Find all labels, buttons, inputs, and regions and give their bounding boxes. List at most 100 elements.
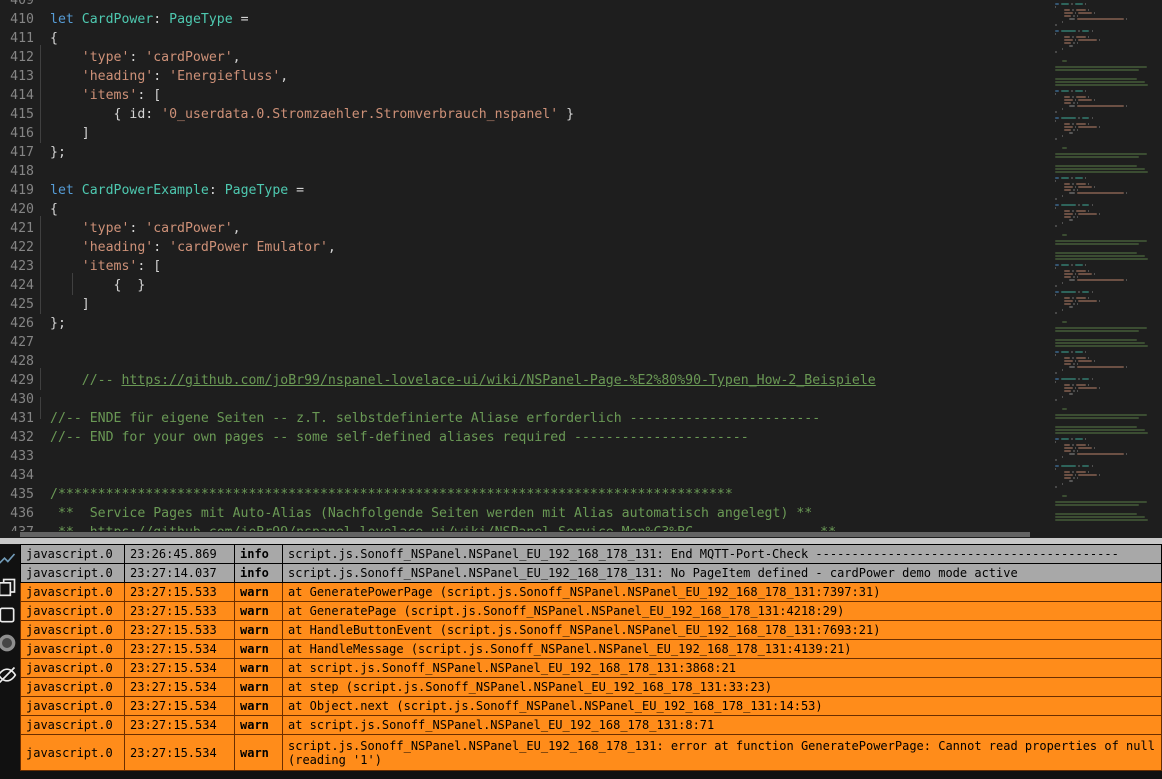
minimap-line — [1055, 111, 1057, 113]
minimap-line — [1071, 9, 1074, 11]
code-text[interactable]: { } — [40, 273, 145, 295]
code-editor[interactable]: 409 410 let CardPower: PageType = 411 {412 '… — [0, 0, 1162, 538]
code-text[interactable]: { id: '0_userdata.0.Stromzaehler.Stromve… — [40, 102, 574, 124]
code-text[interactable]: 'type': 'cardPower', — [40, 45, 241, 67]
code-text[interactable]: 'type': 'cardPower', — [40, 216, 241, 238]
code-text[interactable]: let CardPower: PageType = — [40, 10, 249, 29]
code-text[interactable]: //-- ENDE für eigene Seiten -- z.T. selb… — [40, 409, 820, 428]
code-token: //-- — [50, 373, 122, 388]
minimap-line — [1075, 177, 1083, 179]
log-row[interactable]: javascript.0 23:27:14.037 info script.js.So… — [20, 563, 1162, 583]
minimap-line — [1074, 387, 1077, 389]
vertical-scrollbar[interactable] — [1157, 0, 1162, 538]
code-line[interactable]: 416 ] — [0, 121, 1047, 143]
minimap[interactable] — [1047, 0, 1162, 538]
code-token: = — [288, 183, 305, 198]
code-text[interactable]: { — [40, 200, 58, 219]
code-text[interactable]: ** Service Pages mit Auto-Alias (Nachfol… — [40, 504, 812, 523]
log-row[interactable]: javascript.0 23:26:45.869 info script.js.So… — [20, 544, 1162, 564]
code-line[interactable]: 423 'items': [ — [0, 254, 1047, 276]
code-line[interactable]: 427 — [0, 333, 1047, 352]
log-row[interactable]: javascript.0 23:27:15.534 warn at Object.ne… — [20, 696, 1162, 716]
code-line[interactable]: 422 'heading': 'cardPower Emulator', — [0, 235, 1047, 257]
log-row[interactable]: javascript.0 23:27:15.534 warn script.js.So… — [20, 734, 1162, 771]
minimap-line — [1060, 378, 1076, 380]
code-line[interactable]: 413 'heading': 'Energiefluss', — [0, 64, 1047, 86]
code-token: 'items' — [81, 259, 138, 274]
code-line[interactable]: 426}; — [0, 314, 1047, 333]
code-text[interactable]: /***************************************… — [40, 485, 733, 504]
code-text[interactable]: 'heading': 'Energiefluss', — [40, 64, 288, 86]
minimap-line — [1069, 219, 1073, 221]
code-line[interactable]: 424 { } — [0, 273, 1047, 295]
horizontal-scrollbar[interactable] — [0, 531, 1162, 538]
log-row[interactable]: javascript.0 23:27:15.534 warn at HandleMes… — [20, 639, 1162, 659]
minimap-line — [1055, 516, 1146, 518]
copy-icon[interactable] — [0, 574, 20, 600]
minimap-line — [1055, 204, 1059, 206]
code-line[interactable]: 417}; — [0, 143, 1047, 162]
minimap-line — [1055, 501, 1148, 503]
code-line[interactable]: 411 { — [0, 29, 1047, 48]
code-text[interactable]: //-- https://github.com/joBr99/nspanel-l… — [40, 368, 876, 390]
horizontal-scrollbar-thumb[interactable] — [20, 532, 1030, 537]
log-row[interactable]: javascript.0 23:27:15.534 warn at step (scr… — [20, 677, 1162, 697]
code-line[interactable]: 432 //-- END for your own pages -- some s… — [0, 428, 1047, 447]
code-line[interactable]: 412 'type': 'cardPower', — [0, 45, 1047, 67]
minimap-line — [1088, 36, 1089, 38]
code-text[interactable]: let CardPowerExample: PageType = — [40, 181, 304, 200]
code-line[interactable]: 410 let CardPower: PageType = — [0, 10, 1047, 29]
code-text[interactable]: }; — [40, 314, 66, 333]
code-line[interactable]: 425 ] — [0, 292, 1047, 314]
code-line[interactable]: 436 ** Service Pages mit Auto-Alias (Nac… — [0, 504, 1047, 523]
code-token: 'cardPower' — [145, 50, 233, 65]
log-row[interactable]: javascript.0 23:27:15.534 warn at script.js… — [20, 715, 1162, 735]
eye-off-icon[interactable] — [0, 662, 20, 688]
code-line[interactable]: 421 'type': 'cardPower', — [0, 216, 1047, 238]
circle-icon[interactable] — [0, 630, 20, 656]
code-line[interactable]: 429 //-- https://github.com/joBr99/nspan… — [0, 368, 1047, 390]
code-text[interactable]: }; — [40, 143, 66, 162]
code-text[interactable]: //-- END for your own pages -- some self… — [40, 428, 749, 447]
code-line[interactable]: 433 — [0, 447, 1047, 466]
code-token: = — [232, 12, 249, 27]
code-text[interactable]: { — [40, 29, 58, 48]
code-text[interactable]: 'heading': 'cardPower Emulator', — [40, 235, 336, 257]
minimap-line — [1062, 396, 1063, 398]
code-line[interactable]: 420 { — [0, 200, 1047, 219]
minimap-line — [1093, 447, 1095, 449]
code-line[interactable]: 434 — [0, 466, 1047, 485]
log-row[interactable]: javascript.0 23:27:15.534 warn at script.js… — [20, 658, 1162, 678]
code-line[interactable]: 428 — [0, 352, 1047, 371]
code-line[interactable]: 431 //-- ENDE für eigene Seiten -- z.T. s… — [0, 409, 1047, 428]
minimap-line — [1064, 15, 1071, 17]
code-token: '0_userdata.0.Stromzaehler.Stromverbrauc… — [161, 107, 559, 122]
minimap-line — [1078, 204, 1080, 206]
line-number: 409 — [10, 0, 34, 8]
left-icon-rail[interactable] — [0, 544, 20, 779]
chart-icon[interactable] — [0, 546, 20, 572]
code-line[interactable]: 415 { id: '0_userdata.0.Stromzaehler.Str… — [0, 102, 1047, 124]
code-link[interactable]: https://github.com/joBr99/nspanel-lovela… — [121, 373, 875, 388]
code-line[interactable]: 409 — [0, 0, 1047, 10]
code-token: 'Energiefluss' — [169, 69, 281, 84]
code-lines[interactable]: 409 410 let CardPower: PageType = 411 {412 '… — [0, 0, 1047, 538]
code-line[interactable]: 435 /************************************… — [0, 485, 1047, 504]
code-line[interactable]: 414 'items': [ — [0, 83, 1047, 105]
code-line[interactable]: 430 — [0, 390, 1047, 419]
code-text[interactable]: ] — [40, 121, 90, 143]
code-text[interactable]: 'items': [ — [40, 83, 161, 105]
log-time: 23:27:14.037 — [124, 563, 235, 583]
code-text[interactable]: 'items': [ — [40, 254, 161, 276]
log-message: script.js.Sonoff_NSPanel.NSPanel_EU_192_… — [282, 544, 1162, 564]
code-text[interactable]: ] — [40, 292, 90, 314]
minimap-line — [1055, 69, 1139, 71]
minimap-line — [1076, 276, 1078, 278]
log-row[interactable]: javascript.0 23:27:15.533 warn at GenerateP… — [20, 601, 1162, 621]
log-row[interactable]: javascript.0 23:27:15.533 warn at GenerateP… — [20, 582, 1162, 602]
code-line[interactable]: 419 let CardPowerExample: PageType = — [0, 181, 1047, 200]
square-icon[interactable] — [0, 602, 20, 628]
log-row[interactable]: javascript.0 23:27:15.533 warn at HandleBut… — [20, 620, 1162, 640]
code-line[interactable]: 418 — [0, 162, 1047, 181]
